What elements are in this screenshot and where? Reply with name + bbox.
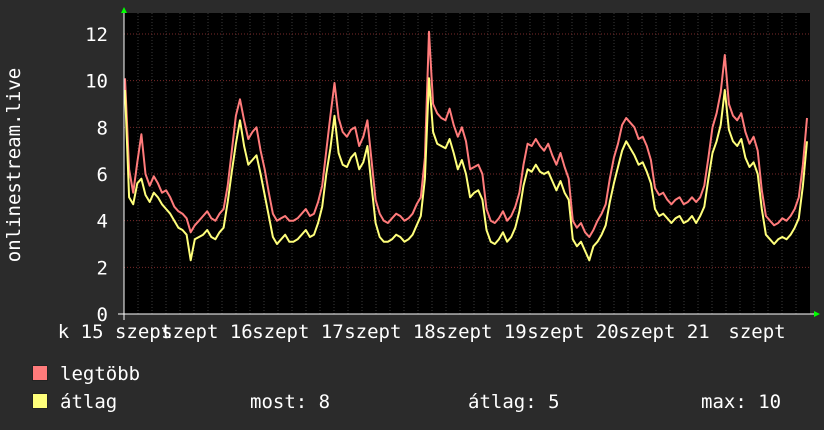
stat-max: max: 10	[701, 391, 782, 413]
stat-atlag: átlag: 5	[468, 391, 560, 413]
x-tick-label: szept 20	[527, 321, 619, 343]
y-tick-label: 8	[97, 117, 108, 139]
legend-label-atlag: átlag	[60, 391, 118, 413]
x-axis-arrow	[814, 311, 820, 317]
x-tick-label: szept 17	[252, 321, 344, 343]
x-tick-label: szept 18	[344, 321, 436, 343]
legend-item-legtobb: legtöbb	[32, 363, 140, 385]
x-tick-label: szept 21	[618, 321, 710, 343]
x-tick-label: k 15 szept	[58, 321, 172, 343]
y-tick-label: 12	[85, 24, 108, 46]
x-tick-label: szept 16	[161, 321, 253, 343]
y-tick-labels: 024681012	[85, 24, 108, 326]
x-tick-label: szept	[728, 321, 785, 343]
y-axis-label: onlinestream.live	[3, 68, 25, 262]
y-tick-label: 4	[97, 211, 108, 233]
legend-swatch-atlag	[32, 393, 48, 409]
y-tick-label: 2	[97, 257, 108, 279]
legend-item-atlag: átlag	[32, 391, 117, 413]
x-tick-labels: k 15 szeptszept 16 szept 17 szept 18 szept …	[58, 321, 786, 343]
legend-swatch-legtobb	[32, 365, 48, 381]
y-tick-label: 10	[85, 71, 108, 93]
x-tick-label: szept 19	[435, 321, 527, 343]
y-axis-arrow	[121, 7, 127, 13]
legend-label-legtobb: legtöbb	[60, 363, 141, 385]
stat-most: most: 8	[250, 391, 331, 413]
y-tick-label: 6	[97, 164, 108, 186]
